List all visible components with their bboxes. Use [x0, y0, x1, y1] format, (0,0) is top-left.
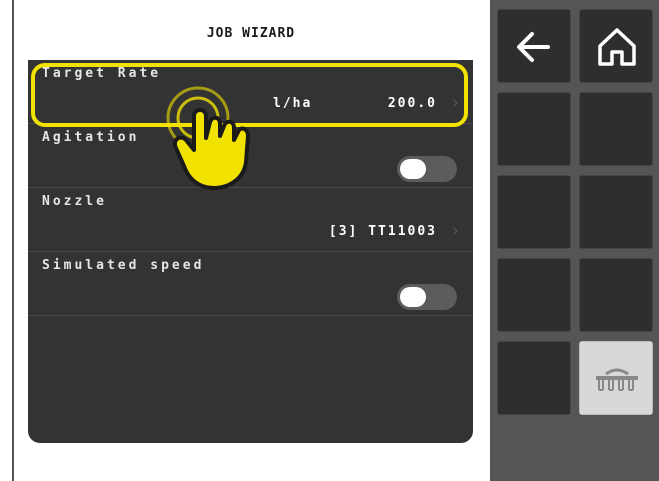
- simulated-speed-toggle[interactable]: [397, 284, 457, 310]
- toggle-knob: [400, 159, 426, 179]
- softkey-empty[interactable]: [497, 92, 571, 166]
- softkey-empty[interactable]: [497, 175, 571, 249]
- back-button[interactable]: [497, 9, 571, 83]
- agitation-label: Agitation: [42, 130, 140, 145]
- sprayer-boom-icon: [596, 368, 638, 391]
- softkey-empty[interactable]: [579, 92, 653, 166]
- nozzle-label: Nozzle: [42, 194, 107, 209]
- softkey-empty[interactable]: [497, 341, 571, 415]
- tap-hand-icon: [166, 86, 250, 190]
- simulated-speed-label: Simulated speed: [42, 258, 205, 273]
- softkey-grid: [490, 0, 659, 481]
- chevron-right-icon: ›: [451, 220, 459, 241]
- softkey-empty[interactable]: [579, 258, 653, 332]
- agitation-toggle[interactable]: [397, 156, 457, 182]
- softkey-empty[interactable]: [497, 258, 571, 332]
- page-title: JOB WIZARD: [206, 26, 296, 41]
- softkey-empty[interactable]: [579, 175, 653, 249]
- row-simulated-speed: Simulated speed: [28, 252, 473, 316]
- back-arrow-icon: [517, 32, 550, 62]
- home-icon: [598, 28, 636, 66]
- home-button[interactable]: [579, 9, 653, 83]
- toggle-knob: [400, 287, 426, 307]
- sprayer-button[interactable]: [579, 341, 653, 415]
- nozzle-value: [3] TT11003: [328, 224, 437, 239]
